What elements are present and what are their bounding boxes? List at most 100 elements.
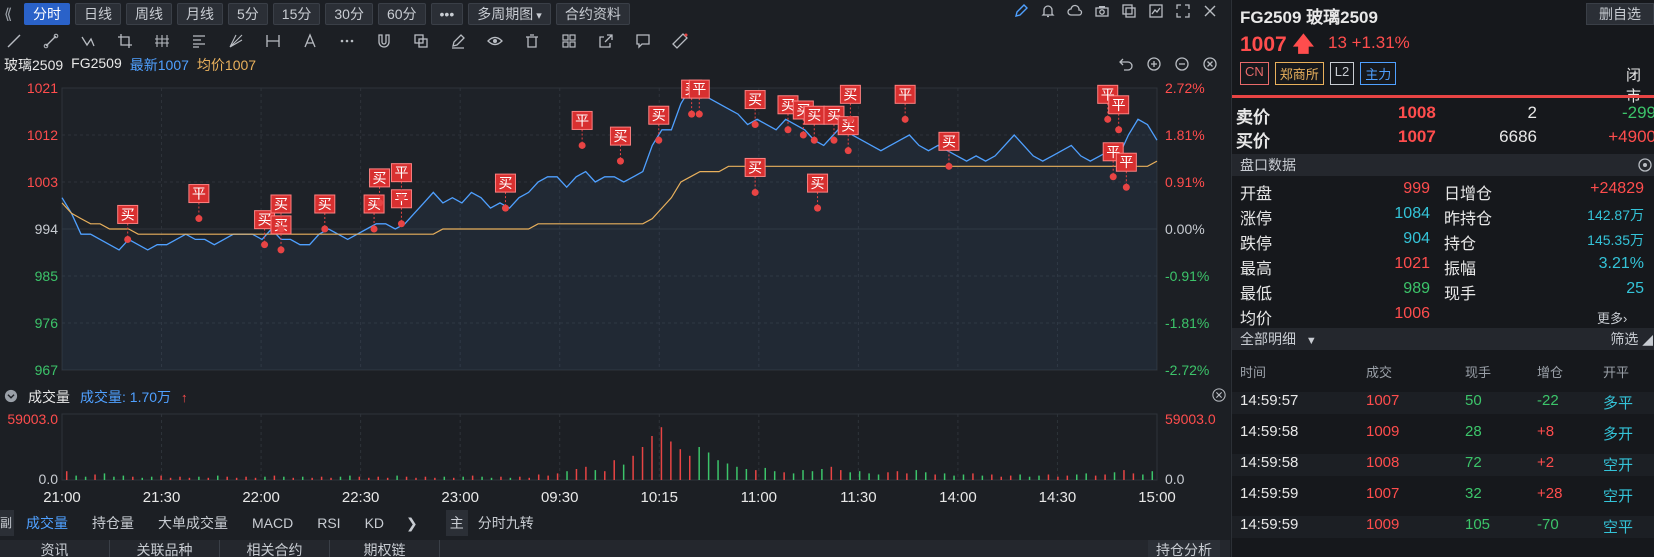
table-row[interactable]: 14:59:59 1009 105 -70 空平	[1232, 516, 1654, 538]
ruler-icon[interactable]	[672, 33, 688, 49]
sub-indicator-label: 副	[0, 510, 14, 536]
close-icon[interactable]	[1202, 3, 1218, 19]
period-tab-15m[interactable]: 15分	[272, 2, 321, 25]
tab-rsi[interactable]: RSI	[305, 515, 352, 531]
fib-tool-icon[interactable]	[154, 33, 170, 49]
tabs-next-icon[interactable]: ❯	[396, 515, 428, 532]
export-icon[interactable]	[598, 33, 614, 49]
chart-window-icon[interactable]	[1148, 3, 1164, 19]
period-tab-30m[interactable]: 30分	[325, 2, 373, 25]
stat-row: 涨停 1084	[1240, 205, 1430, 228]
intraday-price-chart[interactable]: 1021 2.72% 1012 1.81% 1003 0.91% 994 0.00% 985 -0…	[0, 76, 1230, 381]
stat-label: 振幅	[1444, 261, 1477, 278]
cell-oi-change: +28	[1537, 485, 1563, 502]
more-tools-icon[interactable]	[339, 33, 355, 49]
footer-tab-news[interactable]: 资讯	[0, 540, 110, 557]
segment-tool-icon[interactable]	[43, 33, 59, 49]
position-analysis-button[interactable]: 持仓分析	[1148, 540, 1220, 557]
volume-chart[interactable]: 59003.0 59003.0 0.0 0.0 21:00 21:30 22:00 22:30…	[0, 408, 1230, 508]
close-chart-icon[interactable]	[1202, 56, 1218, 72]
volume-value: 成交量: 1.70万	[80, 389, 172, 405]
more-link[interactable]: 更多›	[1597, 308, 1627, 327]
trade-marker-label: 买	[373, 171, 387, 187]
cell-volume: 32	[1465, 485, 1482, 502]
trade-marker-label: 平	[192, 187, 206, 203]
line-tool-icon[interactable]	[6, 33, 22, 49]
y-tick-label: 976	[35, 315, 59, 331]
collapse-left-icon[interactable]: ⟪	[4, 5, 20, 23]
undo-icon[interactable]	[1118, 56, 1134, 72]
footer-tab-related[interactable]: 关联品种	[110, 540, 220, 557]
period-tab-5m[interactable]: 5分	[228, 2, 268, 25]
measure-tool-icon[interactable]	[265, 33, 281, 49]
period-tab-week[interactable]: 周线	[126, 2, 172, 25]
volume-close-icon[interactable]	[1212, 388, 1226, 402]
table-row[interactable]: 14:59:58 1009 28 +8 多开	[1232, 423, 1654, 445]
stat-row: 跌停 904	[1240, 230, 1430, 253]
bid-price: 1007	[1398, 127, 1436, 146]
period-tab-60m[interactable]: 60分	[377, 2, 426, 25]
quote-instrument-name: FG2509 玻璃2509	[1240, 8, 1378, 27]
x-tick-label: 11:30	[840, 489, 876, 506]
stat-value: 25	[1626, 280, 1644, 297]
settings-icon[interactable]	[1637, 157, 1653, 179]
zoom-out-icon[interactable]	[1174, 56, 1190, 72]
cell-volume: 50	[1465, 392, 1482, 409]
trade-marker-label: 平	[692, 82, 706, 98]
bell-icon[interactable]	[1040, 3, 1056, 19]
path-tool-icon[interactable]	[80, 33, 96, 49]
tab-open-interest[interactable]: 持仓量	[80, 513, 146, 533]
comment-icon[interactable]	[635, 33, 651, 49]
eye-icon[interactable]	[487, 33, 503, 49]
grid-icon[interactable]	[561, 33, 577, 49]
last-price: 1007 🡅	[1240, 33, 1315, 56]
x-tick-label: 22:30	[342, 489, 380, 506]
bid-row[interactable]: 买价 1007 6686 +4900	[1232, 127, 1654, 151]
tab-volume[interactable]: 成交量	[14, 513, 80, 533]
edit-icon[interactable]	[1013, 3, 1029, 19]
crop-tool-icon[interactable]	[117, 33, 133, 49]
footer-tab-options[interactable]: 期权链	[330, 540, 440, 557]
x-tick-label: 11:00	[741, 489, 777, 506]
period-tab-day[interactable]: 日线	[75, 2, 121, 25]
tab-kd[interactable]: KD	[353, 515, 396, 531]
text-lines-tool-icon[interactable]	[191, 33, 207, 49]
volume-up-arrow-icon: ↑	[181, 389, 188, 405]
trash-icon[interactable]	[524, 33, 540, 49]
ask-row[interactable]: 卖价 1008 2 -299	[1232, 103, 1654, 127]
gann-tool-icon[interactable]	[228, 33, 244, 49]
copy-icon[interactable]	[1121, 3, 1137, 19]
table-row[interactable]: 14:59:58 1008 72 +2 空开	[1232, 454, 1654, 476]
text-tool-icon[interactable]	[302, 33, 318, 49]
camera-icon[interactable]	[1094, 3, 1110, 19]
layers-icon[interactable]	[413, 33, 429, 49]
cell-oi-change: +2	[1537, 454, 1555, 471]
volume-axis-label: 59003.0	[7, 411, 58, 427]
pencil-icon[interactable]	[450, 33, 466, 49]
contract-info-button[interactable]: 合约资料	[555, 2, 630, 25]
magnet-icon[interactable]	[376, 33, 392, 49]
more-periods-button[interactable]: •••	[430, 2, 464, 25]
tab-macd[interactable]: MACD	[240, 515, 305, 531]
bid-label: 买价	[1236, 132, 1270, 151]
trade-marker-label: 买	[942, 134, 956, 150]
table-row[interactable]: 14:59:59 1007 32 +28 空开	[1232, 485, 1654, 507]
trade-marker-label: 平	[898, 87, 912, 103]
cell-oi-change: -22	[1537, 392, 1559, 409]
remove-favorite-button[interactable]: 删自选	[1586, 3, 1654, 25]
fullscreen-icon[interactable]	[1175, 3, 1191, 19]
trade-marker-label: 平	[575, 113, 589, 129]
zoom-in-icon[interactable]	[1146, 56, 1162, 72]
period-tab-intraday[interactable]: 分时	[24, 2, 70, 25]
footer-tab-contracts[interactable]: 相关合约	[220, 540, 330, 557]
volume-plot-area	[61, 413, 1158, 481]
volume-collapse-icon[interactable]	[4, 389, 18, 406]
tab-nine-turn[interactable]: 分时九转	[468, 513, 544, 533]
detail-dropdown-icon[interactable]: ▼	[1306, 335, 1317, 347]
table-row[interactable]: 14:59:57 1007 50 -22 多平	[1232, 392, 1654, 414]
tab-large-volume[interactable]: 大单成交量	[146, 513, 240, 533]
period-tab-month[interactable]: 月线	[177, 2, 223, 25]
filter-button[interactable]: 筛选 ◢	[1610, 328, 1653, 350]
cloud-icon[interactable]	[1067, 3, 1083, 19]
multi-period-dropdown[interactable]: 多周期图	[468, 2, 551, 25]
